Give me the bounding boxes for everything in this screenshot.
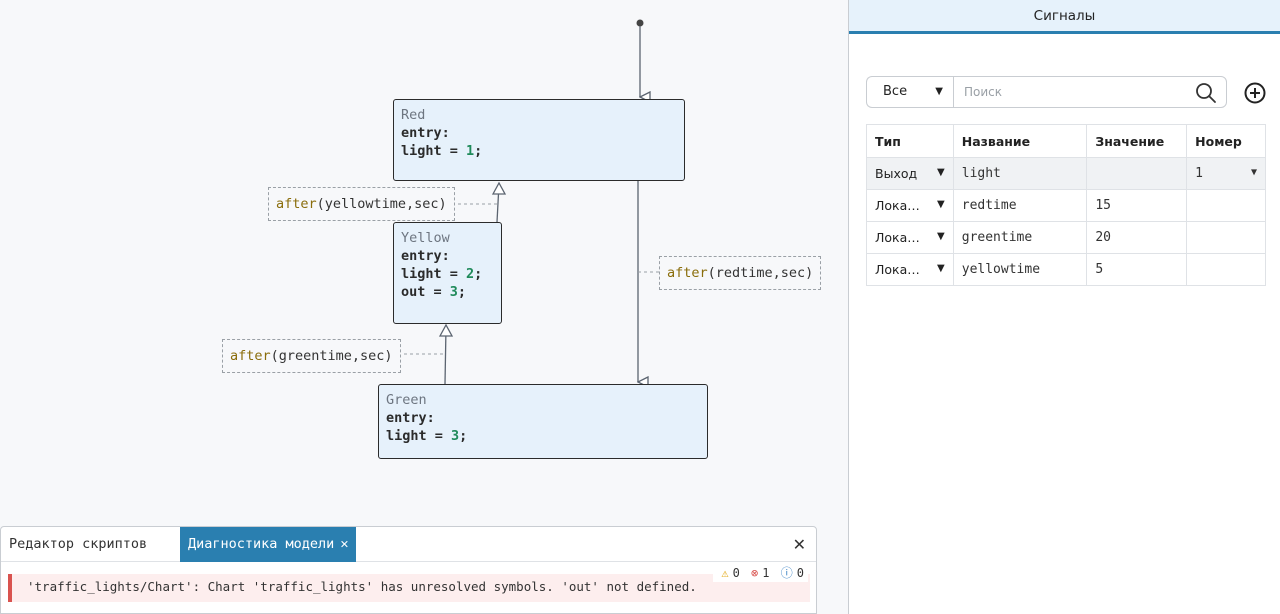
add-signal-icon[interactable] xyxy=(1243,81,1267,105)
type-select[interactable]: Локальная▼ xyxy=(866,189,954,222)
bottom-dock: Редактор скриптов Диагностика модели ✕ ✕ … xyxy=(0,526,817,614)
signal-name-cell[interactable]: light xyxy=(952,157,1088,190)
search-box[interactable] xyxy=(953,76,1227,108)
state-action: out = 3; xyxy=(401,284,467,300)
table-row[interactable]: Локальная▼ redtime 15 xyxy=(866,189,1266,222)
close-tab-icon[interactable]: ✕ xyxy=(340,536,348,552)
signal-value-cell[interactable]: 15 xyxy=(1086,189,1188,222)
signal-value-cell[interactable] xyxy=(1086,157,1188,190)
state-green[interactable]: Green entry: light = 3; xyxy=(378,384,708,459)
info-icon: ⓘ xyxy=(780,566,793,580)
close-icon[interactable]: ✕ xyxy=(793,535,806,554)
caret-down-icon: ▼ xyxy=(935,86,943,97)
tab-script-editor[interactable]: Редактор скриптов xyxy=(1,527,155,562)
column-header-type: Тип xyxy=(866,124,954,158)
warning-icon: ⚠ xyxy=(721,566,729,580)
signal-number-cell[interactable] xyxy=(1186,221,1266,254)
state-action: light = 2; xyxy=(401,266,483,282)
panel-title: Сигналы xyxy=(849,0,1280,34)
state-name: Yellow xyxy=(401,230,450,246)
state-action: light = 3; xyxy=(386,428,468,444)
signal-name-cell[interactable]: greentime xyxy=(952,221,1088,254)
type-filter-select[interactable]: Все ▼ xyxy=(866,76,953,108)
transition-label-greentime[interactable]: after(greentime,sec) xyxy=(222,339,401,373)
state-action: light = 1; xyxy=(401,143,483,159)
column-header-value: Значение xyxy=(1086,124,1188,158)
table-row[interactable]: Локальная▼ yellowtime 5 xyxy=(866,253,1266,286)
state-name: Red xyxy=(401,107,426,123)
caret-down-icon: ▼ xyxy=(937,199,945,210)
error-count: 1 xyxy=(762,566,770,580)
state-action: entry: xyxy=(386,410,435,426)
arrowhead-yellow-red xyxy=(491,181,507,195)
type-select[interactable]: Локальная▼ xyxy=(866,253,954,286)
info-count: 0 xyxy=(796,566,804,580)
diagram-canvas[interactable]: Red entry: light = 1; Yellow entry: ligh… xyxy=(0,0,848,614)
signals-panel: Сигналы Все ▼ Тип Название Значение Номе… xyxy=(848,0,1280,614)
signals-table: Тип Название Значение Номер Выход ▼ light… xyxy=(866,124,1266,286)
type-filter-value: Все xyxy=(883,84,908,99)
dock-tabs: Редактор скриптов Диагностика модели ✕ ✕ xyxy=(1,527,816,562)
caret-down-icon: ▼ xyxy=(937,231,945,242)
column-header-number: Номер xyxy=(1186,124,1266,158)
state-action: entry: xyxy=(401,248,450,264)
diagnostic-counters: ⚠ 0 ⊗ 1 ⓘ 0 xyxy=(713,564,808,582)
state-yellow[interactable]: Yellow entry: light = 2; out = 3; xyxy=(393,222,502,324)
state-action: entry: xyxy=(401,125,450,141)
number-select[interactable]: 1 ▼ xyxy=(1186,157,1266,190)
signal-number-cell[interactable] xyxy=(1186,189,1266,222)
search-input[interactable] xyxy=(962,83,1182,101)
search-icon[interactable] xyxy=(1194,81,1218,105)
type-select[interactable]: Выход ▼ xyxy=(866,157,954,190)
transition-label-redtime[interactable]: after(redtime,sec) xyxy=(659,256,822,290)
signal-number-cell[interactable] xyxy=(1186,253,1266,286)
state-name: Green xyxy=(386,392,427,408)
diagnostic-message[interactable]: 'traffic_lights/Chart': Chart 'traffic_l… xyxy=(8,574,810,602)
caret-down-icon: ▼ xyxy=(1250,167,1257,178)
type-select[interactable]: Локальная▼ xyxy=(866,221,954,254)
signal-value-cell[interactable]: 20 xyxy=(1086,221,1188,254)
initial-point[interactable] xyxy=(636,19,644,27)
state-red[interactable]: Red entry: light = 1; xyxy=(393,99,685,181)
table-row[interactable]: Локальная▼ greentime 20 xyxy=(866,221,1266,254)
signal-name-cell[interactable]: yellowtime xyxy=(952,253,1088,286)
filter-row: Все ▼ xyxy=(866,76,1266,108)
warning-count: 0 xyxy=(732,566,740,580)
table-row[interactable]: Выход ▼ light 1 ▼ xyxy=(866,157,1266,190)
transition-label-yellowtime[interactable]: after(yellowtime,sec) xyxy=(268,187,455,221)
table-header-row: Тип Название Значение Номер xyxy=(866,124,1266,158)
arrowhead-green-yellow xyxy=(438,323,454,337)
column-header-name: Название xyxy=(952,124,1088,158)
tab-model-diagnostics[interactable]: Диагностика модели ✕ xyxy=(180,527,357,562)
signal-name-cell[interactable]: redtime xyxy=(952,189,1088,222)
signal-value-cell[interactable]: 5 xyxy=(1086,253,1188,286)
caret-down-icon: ▼ xyxy=(937,263,945,274)
caret-down-icon: ▼ xyxy=(937,167,945,178)
error-icon: ⊗ xyxy=(751,566,759,580)
